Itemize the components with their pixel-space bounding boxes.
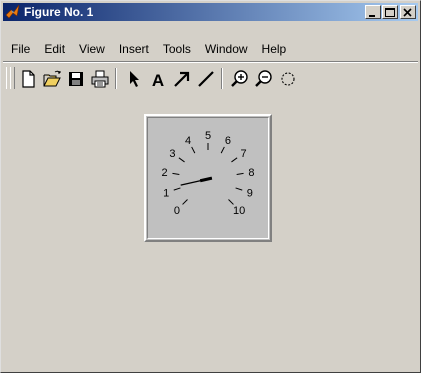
menu-help[interactable]: Help (255, 42, 294, 56)
gauge-tick-label: 7 (241, 148, 247, 160)
print-button[interactable] (89, 68, 111, 90)
insert-arrow-button[interactable] (171, 68, 193, 90)
gauge-tick (231, 157, 238, 163)
matlab-logo-icon (5, 4, 20, 19)
open-file-button[interactable] (41, 68, 63, 90)
save-button[interactable] (65, 68, 87, 90)
insert-text-icon: A (152, 71, 164, 90)
gauge-panel: 0 1 2 3 4 5 6 7 8 9 10 (144, 114, 272, 242)
insert-arrow-icon (174, 71, 190, 87)
insert-text-button[interactable]: A (147, 68, 169, 90)
maximize-button[interactable] (382, 5, 398, 19)
zoom-in-icon (231, 70, 248, 87)
menu-window[interactable]: Window (198, 42, 255, 56)
menu-tools[interactable]: Tools (156, 42, 198, 56)
gauge-tick (236, 172, 244, 175)
gauge-tick-label: 9 (247, 188, 253, 200)
figure-toolbar: A (3, 65, 418, 93)
menu-toolbar-divider (3, 61, 418, 63)
toolbar-divider (221, 68, 223, 89)
toolbar-divider (115, 68, 117, 89)
gauge-tick (178, 157, 185, 163)
gauge-tick (220, 146, 225, 154)
gauge-tick-label: 4 (185, 135, 191, 147)
gauge-tick (173, 187, 181, 191)
zoom-out-button[interactable] (253, 68, 275, 90)
gauge-tick-label: 2 (161, 167, 167, 179)
gauge-tick-label: 5 (205, 130, 211, 142)
close-button[interactable] (400, 5, 416, 19)
gauge-tick (182, 199, 188, 205)
gauge-tick-label: 3 (169, 148, 175, 160)
figure-canvas[interactable]: 0 1 2 3 4 5 6 7 8 9 10 (3, 95, 418, 370)
menu-edit[interactable]: Edit (37, 42, 72, 56)
gauge-tick-label: 0 (174, 205, 180, 217)
menu-insert[interactable]: Insert (112, 42, 156, 56)
insert-line-button[interactable] (195, 68, 217, 90)
gauge-tick (235, 187, 243, 191)
insert-line-icon (198, 71, 214, 87)
gauge-tick-label: 10 (233, 205, 245, 217)
minimize-icon (369, 15, 375, 17)
save-icon (69, 72, 83, 86)
toolbar-grip[interactable] (10, 67, 15, 89)
menu-file[interactable]: File (3, 42, 37, 56)
menu-view[interactable]: View (72, 42, 112, 56)
gauge-tick (172, 172, 180, 175)
zoom-out-icon (255, 70, 272, 87)
insert-text-label: A (152, 71, 164, 90)
minimize-button[interactable] (365, 5, 381, 19)
new-figure-button[interactable] (17, 68, 39, 90)
print-icon (91, 70, 109, 88)
title-bar[interactable]: Figure No. 1 (3, 3, 418, 21)
gauge-tick-label: 1 (163, 188, 169, 200)
maximize-icon (385, 8, 395, 17)
gauge-tick (228, 199, 234, 205)
rotate-3d-button[interactable] (277, 68, 299, 90)
gauge-face: 0 1 2 3 4 5 6 7 8 9 10 (147, 117, 269, 239)
figure-window: Figure No. 1 File Edit View Insert Tools… (0, 0, 421, 373)
gauge-tick (191, 146, 196, 154)
gauge-dial: 01 234 5 678 910 (161, 130, 254, 217)
gauge-tick-label: 8 (248, 167, 254, 179)
select-arrow-icon (130, 71, 139, 87)
gauge-tick-label: 6 (225, 135, 231, 147)
select-arrow-button[interactable] (123, 68, 145, 90)
open-file-icon (43, 70, 61, 87)
close-icon (403, 8, 412, 17)
window-title: Figure No. 1 (24, 5, 94, 19)
gauge-needle-hub (199, 176, 213, 183)
zoom-in-button[interactable] (229, 68, 251, 90)
rotate-3d-icon (281, 72, 295, 86)
new-figure-icon (22, 70, 35, 88)
menu-bar: File Edit View Insert Tools Window Help (3, 39, 418, 59)
